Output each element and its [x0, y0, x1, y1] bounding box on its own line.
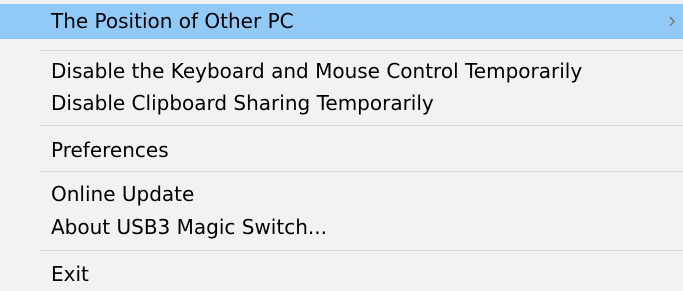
- menu-item-label: The Position of Other PC: [51, 9, 294, 33]
- menu-item-disable-clipboard-sharing[interactable]: Disable Clipboard Sharing Temporarily: [0, 86, 683, 121]
- menu-item-disable-keyboard-mouse[interactable]: Disable the Keyboard and Mouse Control T…: [0, 54, 683, 89]
- context-menu: The Position of Other PC Disable the Key…: [0, 0, 683, 291]
- menu-item-position-of-other-pc[interactable]: The Position of Other PC: [0, 4, 683, 39]
- menu-item-preferences[interactable]: Preferences: [0, 133, 683, 168]
- menu-item-label: Disable Clipboard Sharing Temporarily: [51, 91, 434, 115]
- menu-item-label: Exit: [51, 262, 89, 286]
- menu-item-label: Disable the Keyboard and Mouse Control T…: [51, 59, 583, 83]
- menu-item-label: About USB3 Magic Switch...: [51, 215, 327, 239]
- menu-item-label: Preferences: [51, 138, 169, 162]
- menu-item-online-update[interactable]: Online Update: [0, 177, 683, 212]
- menu-separator: [39, 125, 683, 126]
- chevron-right-icon: [667, 4, 677, 39]
- menu-separator: [39, 171, 683, 172]
- menu-separator: [39, 250, 683, 251]
- menu-item-label: Online Update: [51, 182, 195, 206]
- menu-item-about[interactable]: About USB3 Magic Switch...: [0, 210, 683, 245]
- menu-separator: [39, 50, 683, 51]
- menu-item-exit[interactable]: Exit: [0, 257, 683, 291]
